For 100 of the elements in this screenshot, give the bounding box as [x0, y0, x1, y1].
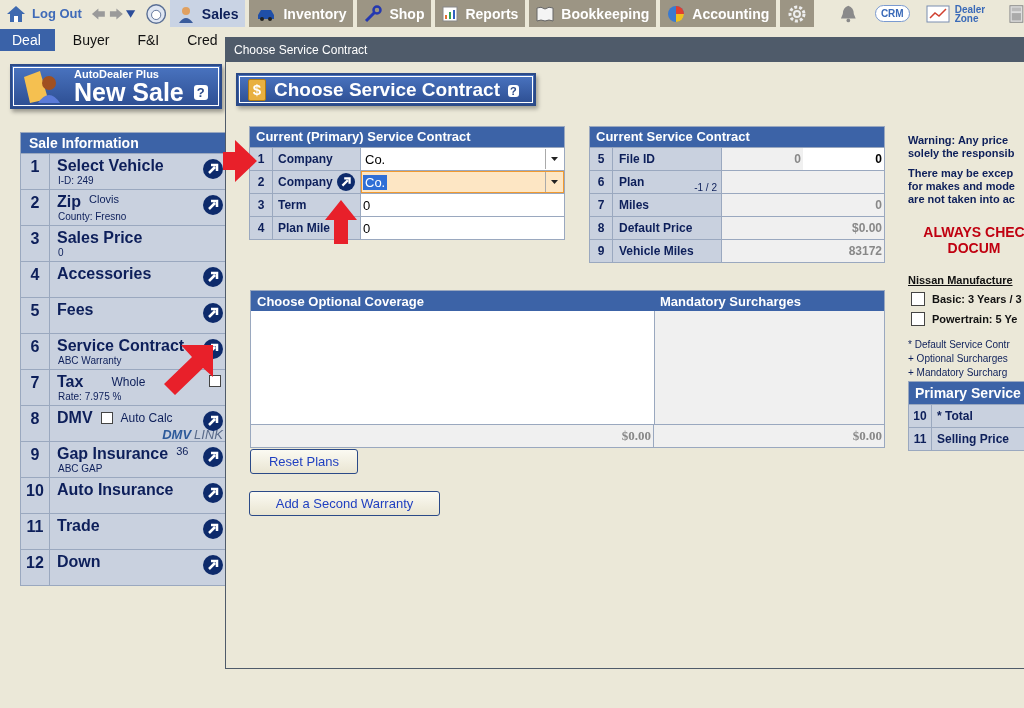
sale-item-detail: ABC Warranty — [58, 355, 123, 366]
field-label: Plan — [619, 175, 645, 189]
row-number: 6 — [21, 334, 50, 369]
sale-item-title[interactable]: Zip — [57, 193, 81, 211]
table-cell: $0.00 — [722, 217, 884, 239]
nav-tab[interactable]: Sales — [169, 0, 246, 27]
sale-item-title[interactable]: Sales Price — [57, 229, 143, 247]
field-label: Default Price — [619, 221, 693, 235]
warning-text: Warning: Any price solely the responsib — [908, 134, 1016, 160]
dialog-title: Choose Service Contract — [234, 42, 368, 57]
bell-icon[interactable] — [840, 3, 857, 24]
chart-card-icon — [925, 4, 950, 23]
sale-item-title[interactable]: DMV — [57, 409, 93, 427]
footnote-text: * Default Service Contr + Optional Surcharges + Mandatory Surcharg — [908, 338, 1011, 380]
input-field[interactable]: 0 — [361, 194, 564, 216]
field-label: Vehicle Miles — [619, 244, 694, 258]
sale-item-detail: County: Fresno — [58, 211, 128, 222]
row-number: 4 — [250, 217, 273, 239]
auto-calc-checkbox[interactable] — [100, 412, 113, 424]
table-header: Choose Optional Coverage — [256, 293, 425, 309]
wholesale-label: Whole — [111, 375, 146, 389]
sub-tab[interactable]: Deal — [0, 29, 55, 51]
field-label: Term — [278, 198, 307, 212]
row-number: 1 — [21, 154, 50, 189]
row-number: 11 — [21, 514, 50, 549]
help-button[interactable]: ? — [193, 85, 208, 100]
alert-text: ALWAYS CHEC DOCUM — [922, 224, 1024, 256]
table-header: Current (Primary) Service Contract — [250, 127, 564, 147]
sale-item-detail: 0 — [58, 247, 65, 258]
total-cell-text: $0.00 — [851, 427, 883, 445]
dialog-banner-title: Choose Service Contract — [274, 78, 500, 101]
wrench-icon — [364, 4, 383, 23]
sub-tab[interactable]: Cred — [177, 29, 228, 51]
table-cell: 83172 — [722, 240, 884, 262]
table-header: Current Service Contract — [590, 127, 884, 147]
auto-calc-label: Auto Calc — [120, 411, 173, 425]
warranty-checkbox[interactable] — [911, 292, 925, 306]
dmv-link-logo: DMV LINK — [162, 428, 223, 441]
sale-item-detail: I-D: 249 — [58, 175, 95, 186]
sale-item-detail: ABC GAP — [58, 463, 104, 474]
input-field[interactable]: 0 — [803, 148, 884, 170]
warranty-checkbox[interactable] — [911, 312, 925, 326]
sale-item-title[interactable]: Down — [57, 553, 101, 571]
sale-item-detail: Clovis — [89, 193, 119, 205]
sale-item-detail: Rate: 7.975 % — [58, 391, 123, 402]
logout-link[interactable]: Log Out — [6, 4, 82, 23]
dropdown-caret-icon — [551, 157, 558, 161]
company-dropdown[interactable]: Co. — [361, 148, 564, 170]
sale-item-detail: 36 — [176, 445, 189, 457]
warranty-option-label: Powertrain: 5 Ye — [932, 313, 1018, 325]
add-warranty-button[interactable]: Add a Second Warranty — [249, 491, 440, 516]
table-header: Primary Service — [909, 382, 1024, 404]
manufacturer-heading: Nissan Manufacture — [908, 274, 1014, 286]
report-icon — [442, 5, 459, 22]
field-label: Company — [278, 152, 333, 166]
input-field[interactable]: 0 — [361, 217, 564, 239]
row-number: 4 — [21, 262, 50, 297]
salesperson-icon — [176, 4, 195, 23]
table-header: Mandatory Surcharges — [659, 293, 801, 309]
settings-icon — [787, 3, 808, 24]
field-label: * Total — [936, 408, 973, 425]
sub-tab[interactable]: F&I — [127, 29, 170, 51]
dealer-zone-link[interactable]: Dealer Zone — [925, 4, 986, 23]
row-number: 9 — [590, 240, 613, 262]
sale-item-title[interactable]: Accessories — [57, 265, 152, 283]
warranty-option-label: Basic: 3 Years / 3 — [932, 293, 1022, 305]
row-number: 11 — [909, 428, 932, 450]
home-icon — [6, 4, 26, 23]
sale-item-title[interactable]: Service Contract — [57, 337, 185, 355]
total-cell: $0.00 — [251, 425, 654, 447]
banner-subtitle: AutoDealer Plus — [74, 68, 160, 80]
sale-item-title[interactable]: Auto Insurance — [57, 481, 174, 499]
sub-tab[interactable]: Buyer — [62, 29, 120, 51]
field-label: Selling Price — [936, 431, 1010, 448]
wholesale-checkbox[interactable] — [209, 375, 221, 387]
company-dropdown[interactable]: Co. — [361, 171, 564, 193]
crm-button[interactable]: CRM — [874, 5, 910, 22]
book-icon — [536, 5, 555, 22]
sale-item-title[interactable]: Gap Insurance — [57, 445, 169, 463]
dropdown-caret-icon[interactable] — [126, 9, 136, 18]
row-number: 3 — [21, 226, 50, 261]
row-number: 2 — [21, 190, 50, 225]
sale-item-title[interactable]: Fees — [57, 301, 94, 319]
reset-plans-button[interactable]: Reset Plans — [250, 449, 358, 474]
row-number: 9 — [21, 442, 50, 477]
sale-item-title[interactable]: Trade — [57, 517, 100, 535]
sale-item-title[interactable]: Tax — [57, 373, 84, 391]
dollar-document-icon: $ — [248, 78, 266, 101]
sale-info-header: Sale Information — [21, 133, 227, 153]
field-label: Miles — [619, 198, 649, 212]
row-number: 12 — [21, 550, 50, 585]
row-number: 8 — [21, 406, 50, 441]
table-cell: 0 — [722, 194, 884, 216]
settings-tab[interactable] — [780, 0, 815, 27]
exceptions-text: There may be excep for makes and mode are not taken into ac — [908, 167, 1016, 206]
sale-item-title[interactable]: Select Vehicle — [57, 157, 164, 175]
field-label: Company — [278, 175, 333, 189]
annotation-arrow — [223, 140, 257, 182]
help-button[interactable]: ? — [507, 84, 519, 97]
row-number: 7 — [21, 370, 50, 405]
